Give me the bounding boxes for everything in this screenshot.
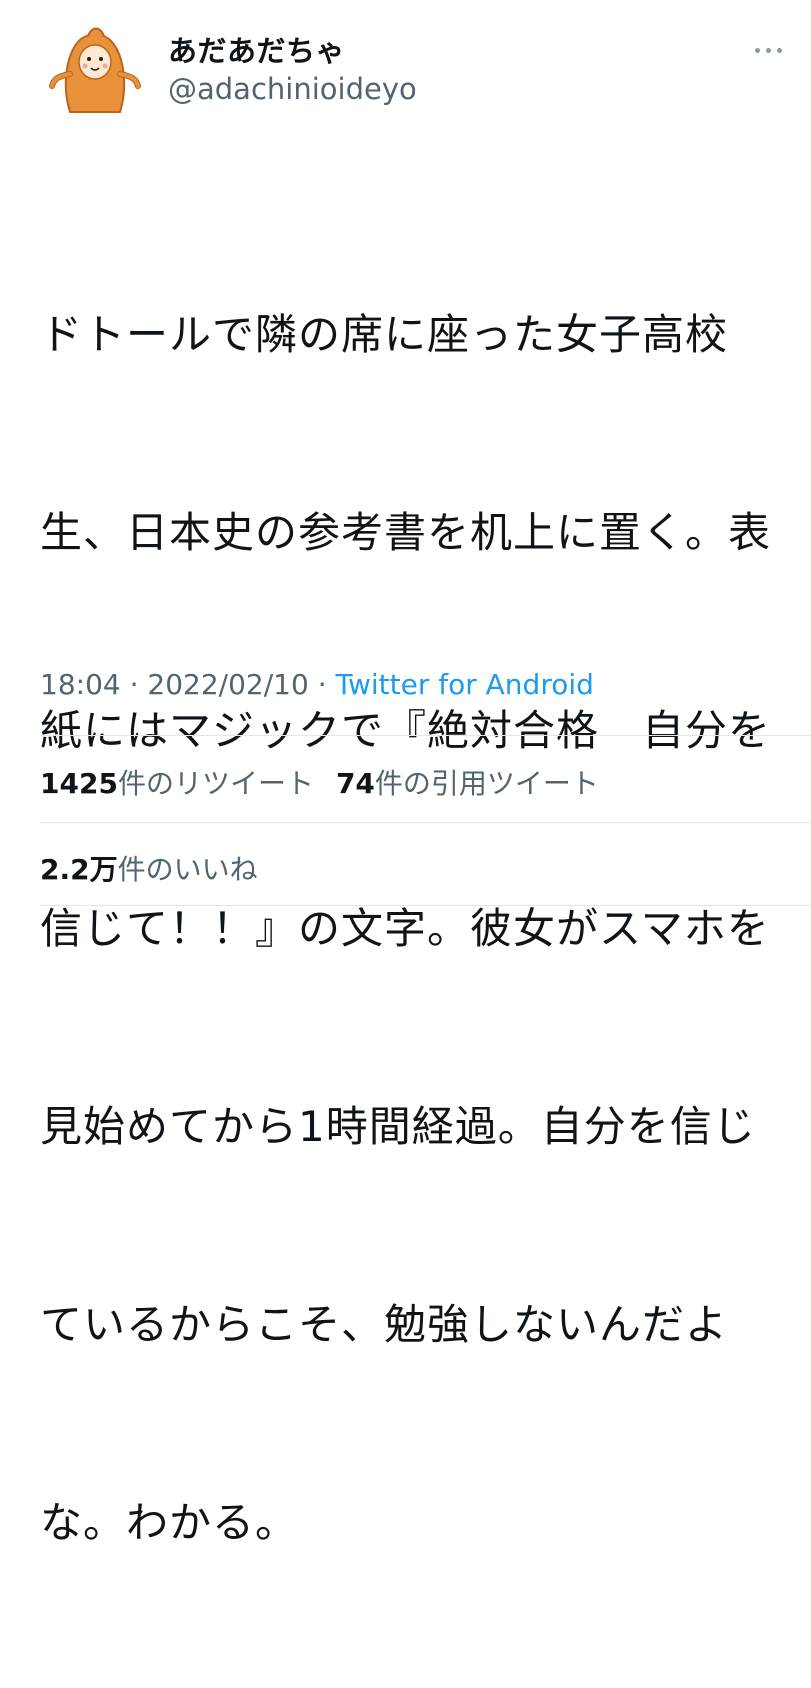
meta-separator: · — [120, 668, 148, 701]
likes-stats: 2.2万件のいいね — [40, 848, 258, 888]
more-dot-icon — [776, 47, 782, 53]
retweets-count: 1425 — [40, 767, 118, 800]
meta-separator: · — [308, 668, 336, 701]
tweet-text-line: 紙にはマジックで『絶対合格 自分を — [40, 706, 772, 755]
tweet-detail: あだあだちゃ @adachinioideyo ドトールで隣の席に座った女子高校 … — [0, 0, 811, 1547]
tweet-text-line: ドトールで隣の席に座った女子高校 — [40, 310, 729, 359]
divider — [40, 822, 811, 823]
avatar[interactable] — [40, 16, 148, 124]
display-name[interactable]: あだあだちゃ — [168, 28, 345, 70]
tweet-text-line: 生、日本史の参考書を机上に置く。表 — [40, 508, 772, 557]
mascot-avatar-icon — [40, 16, 148, 124]
tweet-date[interactable]: 2022/02/10 — [147, 668, 308, 701]
divider — [40, 735, 811, 736]
engagement-stats: 1425件のリツイート 74件の引用ツイート — [40, 762, 599, 802]
tweet-text-line: ているからこそ、勉強しないんだよ — [40, 1300, 729, 1349]
likes-label: 件のいいね — [117, 853, 258, 886]
retweets-label: 件のリツイート — [117, 767, 314, 800]
tweet-text: ドトールで隣の席に座った女子高校 生、日本史の参考書を机上に置く。表 紙にはマジ… — [40, 170, 780, 1688]
user-handle[interactable]: @adachinioideyo — [168, 72, 417, 106]
more-options-button[interactable] — [748, 38, 788, 62]
quote-tweets-link[interactable]: 74件の引用ツイート — [336, 767, 599, 800]
tweet-time[interactable]: 18:04 — [40, 668, 121, 701]
divider — [40, 905, 811, 906]
tweet-text-line: 見始めてから1時間経過。自分を信じ — [40, 1102, 756, 1151]
quotes-count: 74 — [335, 767, 375, 800]
tweet-meta: 18:04 · 2022/02/10 · Twitter for Android — [40, 668, 594, 701]
retweets-link[interactable]: 1425件のリツイート — [40, 767, 314, 800]
likes-link[interactable]: 2.2万件のいいね — [40, 853, 258, 886]
tweet-text-line: な。わかる。 — [40, 1498, 299, 1547]
more-dot-icon — [765, 47, 771, 53]
tweet-source-link[interactable]: Twitter for Android — [336, 668, 594, 701]
more-dot-icon — [754, 47, 760, 53]
likes-count: 2.2万 — [40, 853, 118, 886]
quotes-label: 件の引用ツイート — [374, 767, 599, 800]
